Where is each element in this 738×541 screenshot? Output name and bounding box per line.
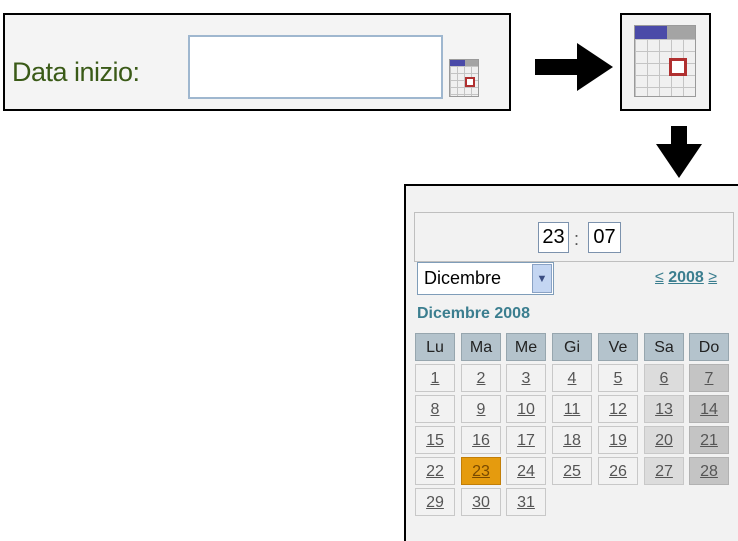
weekday-header: Do bbox=[689, 333, 729, 361]
calendar-day[interactable]: 7 bbox=[689, 364, 729, 392]
calendar-day[interactable]: 9 bbox=[461, 395, 501, 423]
arrow-down-icon bbox=[656, 126, 702, 178]
calendar-day[interactable]: 5 bbox=[598, 364, 638, 392]
calendar-icon[interactable] bbox=[634, 25, 696, 97]
calendar-day[interactable]: 14 bbox=[689, 395, 729, 423]
calendar-day[interactable]: 30 bbox=[461, 488, 501, 516]
calendar-icon-zoom bbox=[620, 13, 711, 111]
calendar-day[interactable]: 28 bbox=[689, 457, 729, 485]
calendar-day[interactable]: 8 bbox=[415, 395, 455, 423]
calendar-day[interactable]: 25 bbox=[552, 457, 592, 485]
start-date-label: Data inizio: bbox=[12, 57, 140, 87]
time-separator: : bbox=[574, 229, 580, 249]
calendar-day[interactable]: 10 bbox=[506, 395, 546, 423]
calendar-month-title: Dicembre 2008 bbox=[417, 305, 530, 322]
calendar-day[interactable]: 31 bbox=[506, 488, 546, 516]
calendar-day[interactable]: 11 bbox=[552, 395, 592, 423]
calendar-day[interactable]: 20 bbox=[644, 426, 684, 454]
weekday-header: Sa bbox=[644, 333, 684, 361]
start-date-input[interactable] bbox=[188, 35, 443, 99]
calendar-day[interactable]: 12 bbox=[598, 395, 638, 423]
calendar-day[interactable]: 22 bbox=[415, 457, 455, 485]
chevron-down-icon[interactable]: ▼ bbox=[532, 264, 552, 293]
weekday-header: Me bbox=[506, 333, 546, 361]
calendar-day[interactable]: 1 bbox=[415, 364, 455, 392]
hour-input[interactable] bbox=[538, 222, 569, 253]
calendar-popup: : Dicembre ▼ ≤ 2008 ≥ Dicembre 2008 LuMa… bbox=[404, 184, 738, 541]
calendar-day[interactable]: 29 bbox=[415, 488, 455, 516]
minute-input[interactable] bbox=[588, 222, 621, 253]
calendar-day[interactable]: 13 bbox=[644, 395, 684, 423]
calendar-day[interactable]: 18 bbox=[552, 426, 592, 454]
calendar-day[interactable]: 17 bbox=[506, 426, 546, 454]
calendar-day[interactable]: 24 bbox=[506, 457, 546, 485]
calendar-day[interactable]: 6 bbox=[644, 364, 684, 392]
prev-year-link[interactable]: ≤ bbox=[655, 269, 664, 286]
calendar-day[interactable]: 21 bbox=[689, 426, 729, 454]
calendar-day[interactable]: 27 bbox=[644, 457, 684, 485]
year-label[interactable]: 2008 bbox=[668, 269, 704, 286]
weekday-header: Gi bbox=[552, 333, 592, 361]
calendar-icon[interactable] bbox=[449, 59, 479, 97]
calendar-day[interactable]: 15 bbox=[415, 426, 455, 454]
weekday-header: Ve bbox=[598, 333, 638, 361]
year-navigation: ≤ 2008 ≥ bbox=[655, 269, 717, 287]
calendar-day[interactable]: 16 bbox=[461, 426, 501, 454]
calendar-day[interactable]: 19 bbox=[598, 426, 638, 454]
calendar-day[interactable]: 26 bbox=[598, 457, 638, 485]
arrow-right-icon bbox=[535, 43, 613, 91]
next-year-link[interactable]: ≥ bbox=[708, 269, 717, 286]
time-picker: : bbox=[414, 212, 734, 262]
date-field-panel: Data inizio: bbox=[3, 13, 511, 111]
month-select-value: Dicembre bbox=[424, 268, 502, 288]
weekday-header: Ma bbox=[461, 333, 501, 361]
calendar-day-today[interactable]: 23 bbox=[461, 457, 501, 485]
month-select[interactable]: Dicembre ▼ bbox=[417, 262, 554, 295]
weekday-header: Lu bbox=[415, 333, 455, 361]
calendar-day[interactable]: 2 bbox=[461, 364, 501, 392]
calendar-day[interactable]: 3 bbox=[506, 364, 546, 392]
calendar-day[interactable]: 4 bbox=[552, 364, 592, 392]
